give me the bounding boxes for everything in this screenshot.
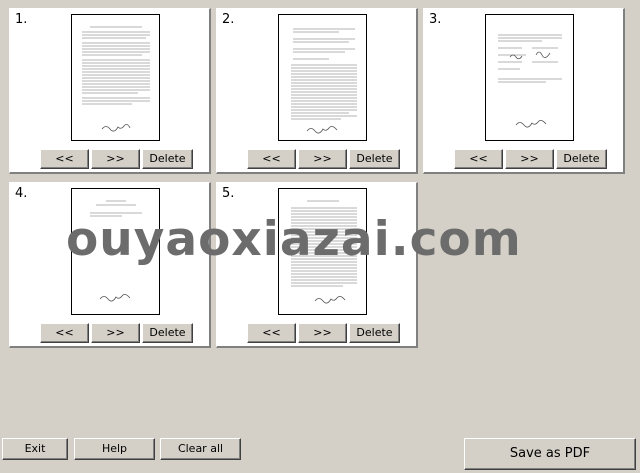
move-right-button[interactable]: >>	[298, 149, 347, 169]
delete-button[interactable]: Delete	[142, 149, 193, 169]
page-number: 3.	[429, 12, 442, 27]
page-thumbnail[interactable]	[71, 188, 160, 315]
delete-button[interactable]: Delete	[556, 149, 607, 169]
page-number: 5.	[222, 186, 235, 201]
move-left-button[interactable]: <<	[40, 323, 89, 343]
move-left-button[interactable]: <<	[247, 323, 296, 343]
delete-button[interactable]: Delete	[349, 149, 400, 169]
page-thumbnail[interactable]	[71, 14, 160, 141]
delete-button[interactable]: Delete	[349, 323, 400, 343]
page-card-2: 2. << >> Delete	[216, 8, 418, 174]
page-card-3: 3. << >> Delete	[423, 8, 625, 174]
document-preview-icon	[291, 200, 357, 304]
move-right-button[interactable]: >>	[298, 323, 347, 343]
page-thumbnail[interactable]	[485, 14, 574, 141]
page-card-1: 1. << >> Delete	[9, 8, 211, 174]
clear-all-button[interactable]: Clear all	[160, 438, 241, 460]
move-right-button[interactable]: >>	[91, 323, 140, 343]
move-right-button[interactable]: >>	[91, 149, 140, 169]
document-preview-icon	[498, 34, 562, 128]
save-as-pdf-button[interactable]: Save as PDF	[464, 438, 636, 470]
exit-button[interactable]: Exit	[2, 438, 68, 460]
page-number: 1.	[15, 12, 28, 27]
delete-button[interactable]: Delete	[142, 323, 193, 343]
document-preview-icon	[291, 28, 357, 134]
page-number: 2.	[222, 12, 235, 27]
move-left-button[interactable]: <<	[454, 149, 503, 169]
move-left-button[interactable]: <<	[247, 149, 296, 169]
move-left-button[interactable]: <<	[40, 149, 89, 169]
move-right-button[interactable]: >>	[505, 149, 554, 169]
page-thumbnail[interactable]	[278, 188, 367, 315]
help-button[interactable]: Help	[74, 438, 155, 460]
page-card-5: 5. << >> Delete	[216, 182, 418, 348]
page-thumbnail[interactable]	[278, 14, 367, 141]
page-card-4: 4. << >> Delete	[9, 182, 211, 348]
document-preview-icon	[90, 200, 142, 302]
document-preview-icon	[82, 26, 150, 132]
page-number: 4.	[15, 186, 28, 201]
